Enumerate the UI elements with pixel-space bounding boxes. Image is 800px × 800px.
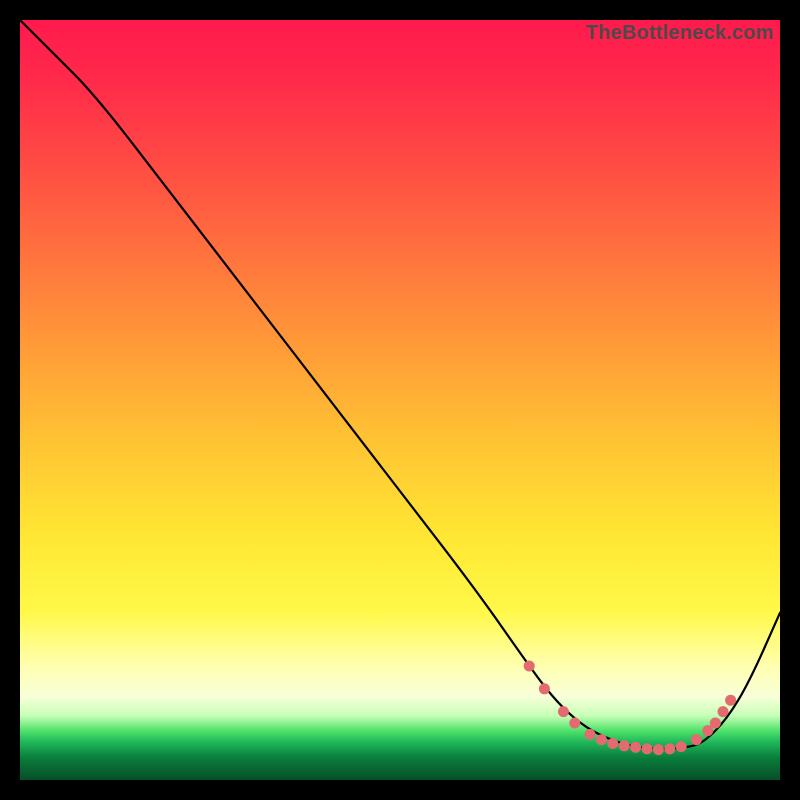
bottleneck-curve <box>20 20 780 749</box>
data-point <box>608 739 618 749</box>
data-point <box>570 718 580 728</box>
data-point <box>653 745 663 755</box>
bottleneck-plot <box>20 20 780 780</box>
data-point <box>539 684 549 694</box>
data-point <box>631 742 641 752</box>
data-point <box>710 718 720 728</box>
data-point <box>726 695 736 705</box>
data-point <box>558 707 568 717</box>
data-point <box>585 729 595 739</box>
data-point <box>524 661 534 671</box>
data-point <box>691 735 701 745</box>
data-point <box>596 735 606 745</box>
data-point <box>642 744 652 754</box>
data-point <box>703 726 713 736</box>
data-point <box>718 707 728 717</box>
chart-frame: TheBottleneck.com <box>20 20 780 780</box>
data-point <box>676 742 686 752</box>
data-point <box>665 744 675 754</box>
data-point <box>619 741 629 751</box>
